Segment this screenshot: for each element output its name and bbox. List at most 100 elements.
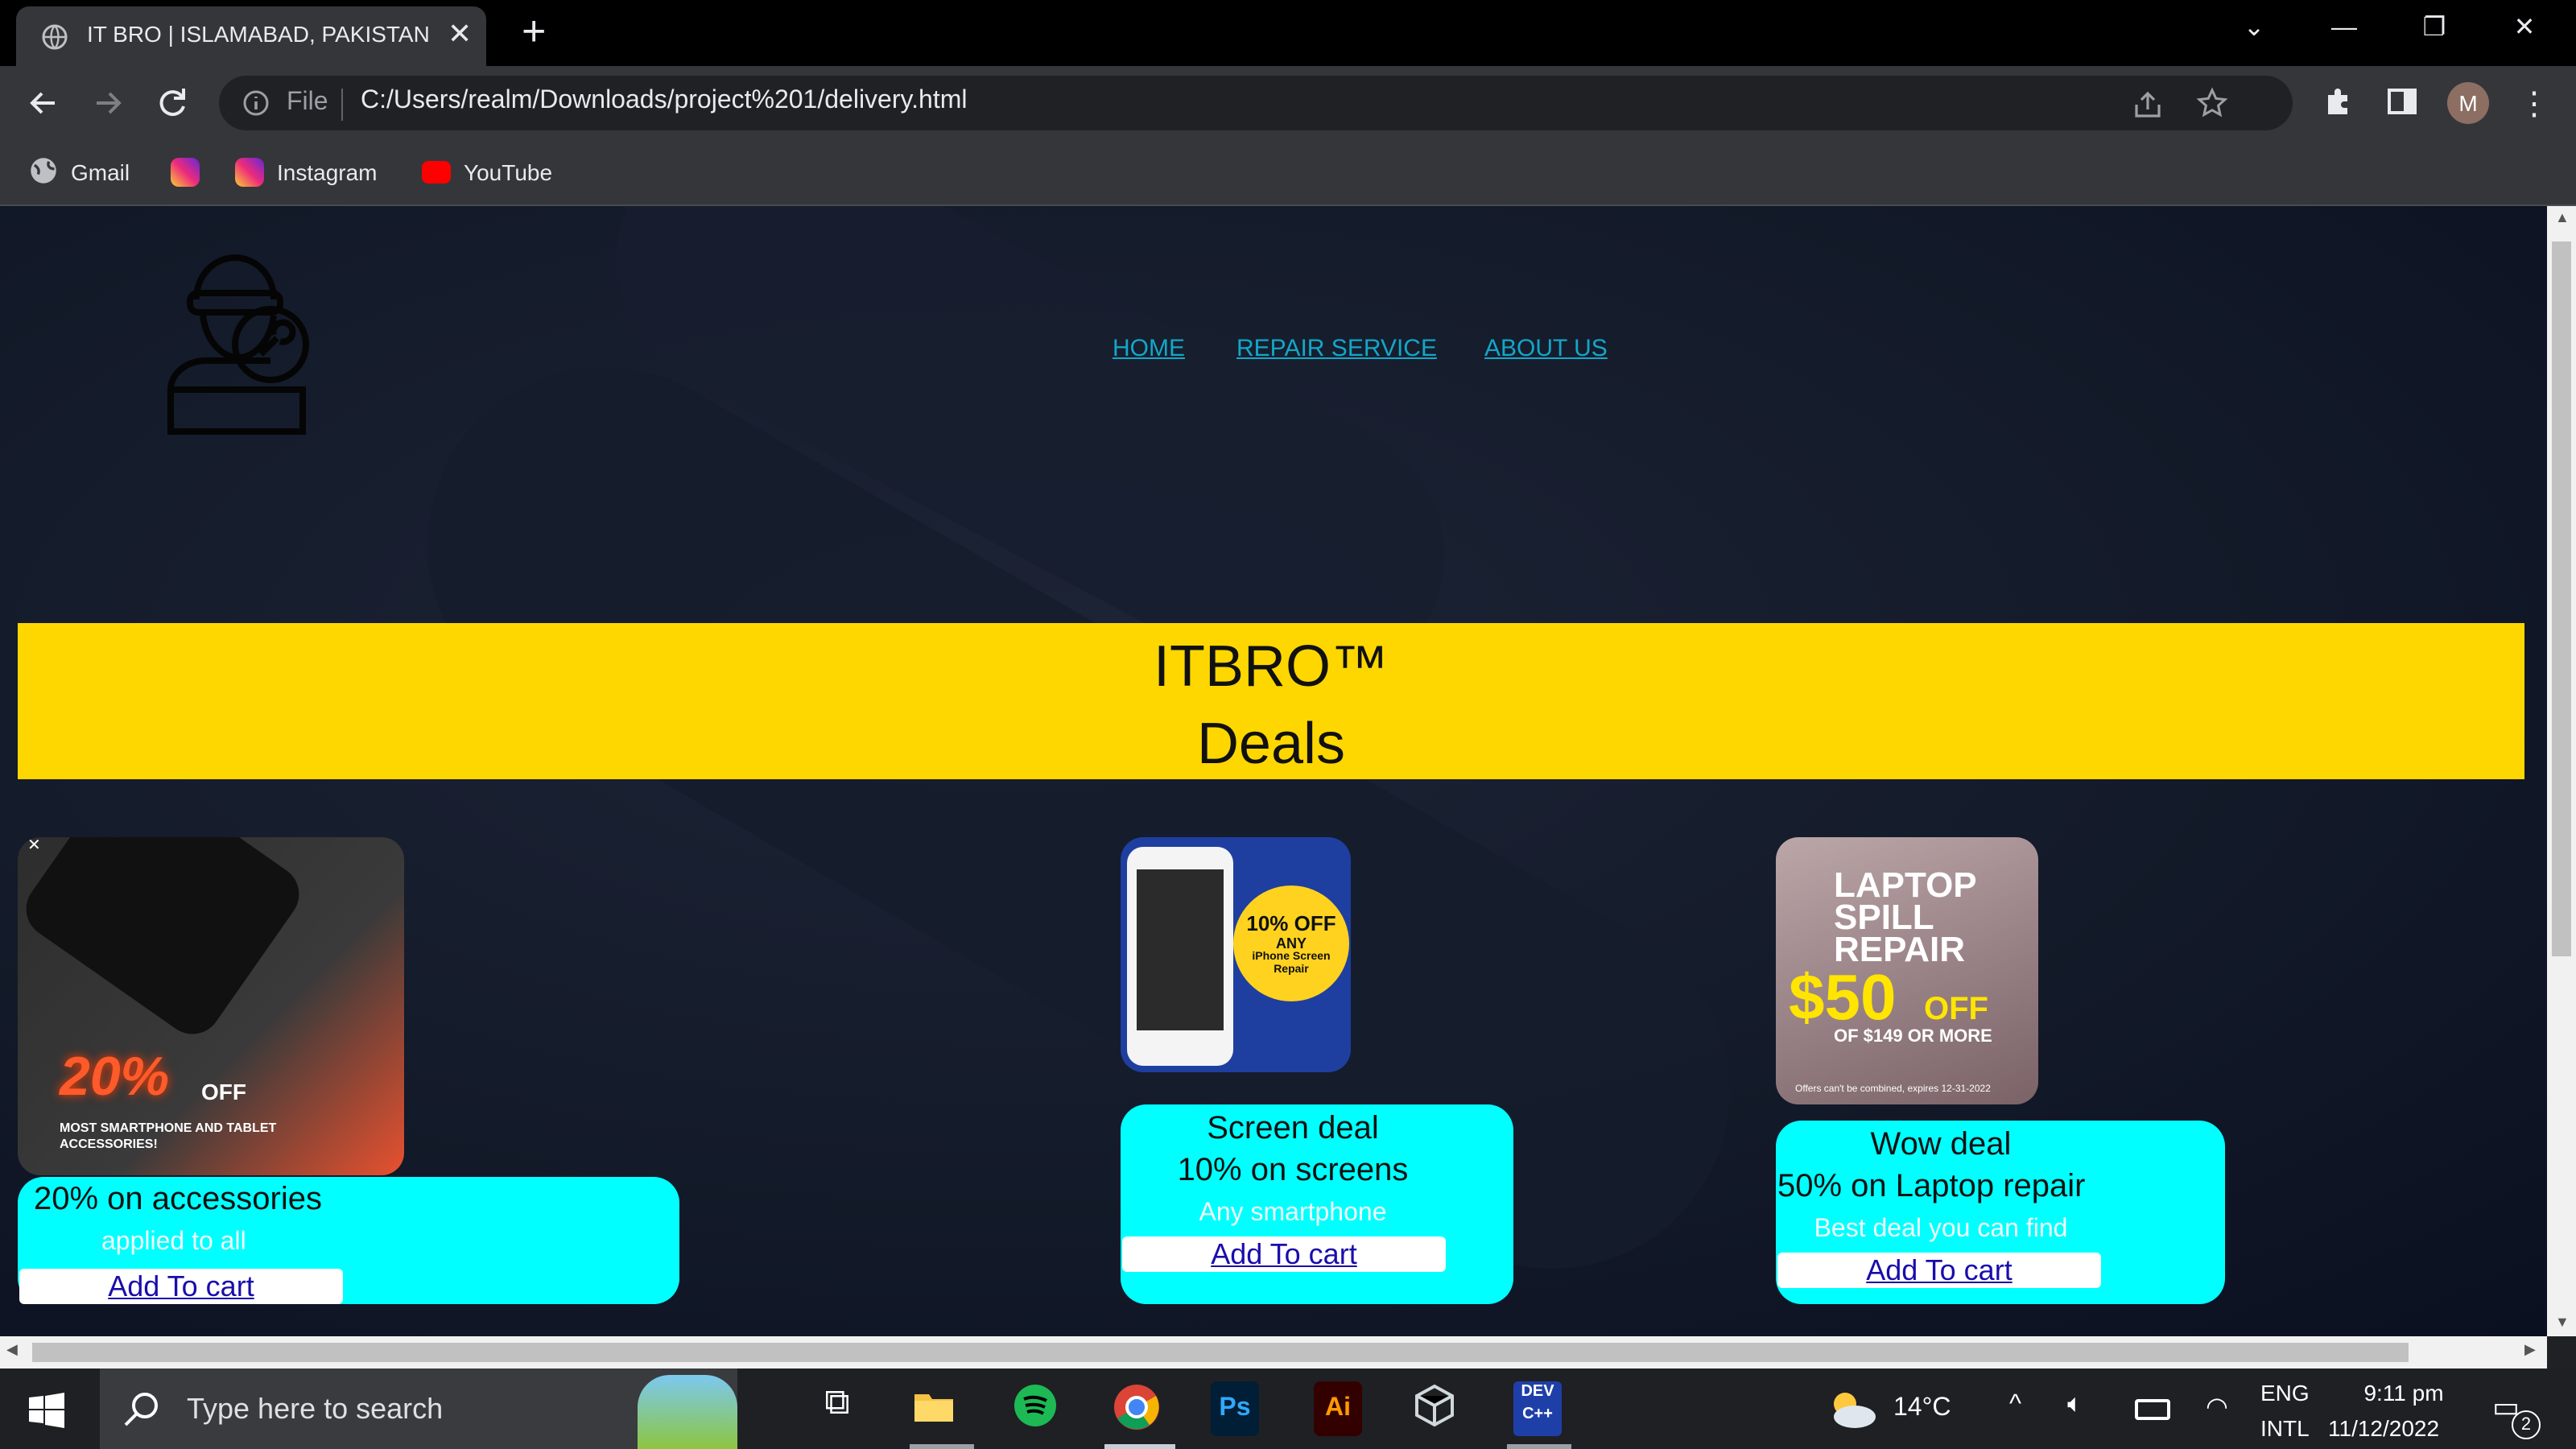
nav-home[interactable]: HOME bbox=[1113, 335, 1185, 362]
add-to-cart-button[interactable]: Add To cart bbox=[1777, 1253, 2101, 1288]
banner-title: Deals bbox=[1196, 710, 1346, 776]
youtube-icon bbox=[422, 161, 451, 184]
app-running-indicator bbox=[1507, 1444, 1571, 1449]
url-text[interactable]: C:/Users/realm/Downloads/project%201/del… bbox=[361, 87, 967, 116]
card-subtitle: applied to all bbox=[101, 1228, 246, 1256]
image-condition: OF $149 OR MORE bbox=[1834, 1027, 1992, 1046]
volume-icon[interactable]: 🔈︎ bbox=[2067, 1391, 2083, 1420]
illustrator-icon[interactable]: Ai bbox=[1314, 1381, 1362, 1436]
close-icon[interactable]: ✕ bbox=[27, 837, 41, 855]
browser-tab-bar: IT BRO | ISLAMABAD, PAKISTAN ✕ + ⌄ — ❐ ✕ bbox=[0, 0, 2576, 66]
scroll-left-icon[interactable]: ◀ bbox=[6, 1341, 18, 1359]
clock-date[interactable]: 11/12/2022 bbox=[2328, 1415, 2439, 1441]
windows-taskbar: Type here to search ⧉ Ps Ai DEV C++ 14°C … bbox=[0, 1368, 2576, 1449]
app-active-indicator bbox=[1104, 1444, 1175, 1449]
menu-icon[interactable]: ⋮ bbox=[2518, 84, 2550, 124]
scroll-down-icon[interactable]: ▼ bbox=[2555, 1314, 2570, 1330]
image-line-3: REPAIR bbox=[1834, 929, 1965, 969]
profile-avatar[interactable]: M bbox=[2447, 82, 2489, 124]
restore-icon[interactable]: ❐ bbox=[2389, 0, 2479, 58]
add-to-cart-button[interactable]: Add To cart bbox=[1122, 1236, 1446, 1272]
page-viewport: HOME REPAIR SERVICE ABOUT US ITBRO™ Deal… bbox=[0, 206, 2547, 1336]
bookmark-youtube[interactable]: YouTube bbox=[422, 155, 552, 190]
file-explorer-icon[interactable] bbox=[910, 1381, 968, 1436]
virtualbox-icon[interactable] bbox=[1410, 1381, 1468, 1436]
bookmark-label: Gmail bbox=[71, 159, 130, 185]
extensions-icon[interactable] bbox=[2322, 85, 2354, 126]
notification-count-badge: 2 bbox=[2512, 1410, 2541, 1439]
horizontal-scrollbar[interactable]: ◀ ▶ bbox=[0, 1336, 2547, 1368]
side-panel-icon[interactable] bbox=[2386, 85, 2418, 126]
globe-icon bbox=[29, 155, 58, 189]
phone-shape bbox=[18, 837, 311, 1046]
instagram-icon bbox=[235, 158, 264, 187]
bookmarks-bar: Gmail Instagram YouTube bbox=[0, 138, 2576, 206]
close-tab-icon[interactable]: ✕ bbox=[448, 18, 472, 52]
technician-logo-icon[interactable] bbox=[161, 251, 316, 446]
card-title: 20% on accessories bbox=[34, 1182, 322, 1217]
wifi-icon[interactable]: ◠ bbox=[2206, 1391, 2228, 1423]
scrollbar-thumb[interactable] bbox=[2552, 242, 2571, 956]
url-divider bbox=[341, 89, 343, 121]
scroll-up-icon[interactable]: ▲ bbox=[2555, 209, 2570, 225]
reload-icon[interactable] bbox=[151, 82, 193, 124]
search-highlight-image bbox=[638, 1375, 737, 1449]
app-running-indicator bbox=[910, 1444, 974, 1449]
spotify-icon[interactable] bbox=[1011, 1381, 1069, 1436]
close-window-icon[interactable]: ✕ bbox=[2479, 0, 2570, 58]
bookmark-gmail[interactable]: Gmail bbox=[29, 155, 130, 190]
chrome-icon[interactable] bbox=[1111, 1381, 1169, 1436]
weather-cloud-icon[interactable] bbox=[1823, 1388, 1877, 1438]
image-off-text: OFF bbox=[201, 1079, 246, 1104]
battery-icon[interactable] bbox=[2135, 1399, 2170, 1420]
weather-temperature[interactable]: 14°C bbox=[1893, 1394, 1951, 1423]
search-icon bbox=[122, 1389, 161, 1436]
photoshop-icon[interactable]: Ps bbox=[1211, 1381, 1259, 1436]
browser-toolbar: File C:/Users/realm/Downloads/project%20… bbox=[0, 66, 2576, 138]
bookmark-star-icon[interactable] bbox=[2196, 87, 2228, 127]
bookmark-label: Instagram bbox=[277, 159, 378, 185]
language-line-2[interactable]: INTL bbox=[2260, 1415, 2310, 1441]
forward-icon[interactable] bbox=[87, 82, 129, 124]
tab-search-icon[interactable]: ⌄ bbox=[2209, 0, 2299, 58]
clock-time[interactable]: 9:11 pm bbox=[2351, 1380, 2457, 1406]
image-percent-text: 20% bbox=[60, 1046, 170, 1108]
bookmark-label: YouTube bbox=[464, 159, 553, 185]
vertical-scrollbar[interactable]: ▲ ▼ bbox=[2547, 206, 2576, 1336]
card-subtitle: Any smartphone bbox=[1199, 1199, 1387, 1227]
bookmark-instagram-icon-only[interactable] bbox=[171, 155, 200, 190]
tray-expand-icon[interactable]: ^ bbox=[2009, 1391, 2021, 1420]
minimize-icon[interactable]: — bbox=[2299, 0, 2389, 58]
scroll-right-icon[interactable]: ▶ bbox=[2524, 1341, 2536, 1359]
badge-line-1: 10% OFF bbox=[1246, 911, 1336, 935]
browser-tab[interactable]: IT BRO | ISLAMABAD, PAKISTAN ✕ bbox=[16, 6, 486, 66]
card-title: Screen deal bbox=[1207, 1111, 1379, 1146]
back-icon[interactable] bbox=[23, 82, 64, 124]
badge-line-3: iPhone Screen Repair bbox=[1252, 952, 1331, 976]
image-caption: MOST SMARTPHONE AND TABLET ACCESSORIES! bbox=[60, 1121, 277, 1151]
card-subtitle: Best deal you can find bbox=[1814, 1216, 2068, 1243]
card-line-2: 10% on screens bbox=[1177, 1153, 1409, 1188]
info-icon[interactable] bbox=[242, 89, 270, 126]
add-to-cart-button[interactable]: Add To cart bbox=[19, 1269, 343, 1304]
card-line-2: 50% on Laptop repair bbox=[1777, 1169, 2086, 1204]
nav-repair-service[interactable]: REPAIR SERVICE bbox=[1236, 335, 1437, 362]
language-line-1[interactable]: ENG bbox=[2260, 1380, 2310, 1406]
address-bar[interactable]: File C:/Users/realm/Downloads/project%20… bbox=[219, 76, 2293, 130]
nav-about-us[interactable]: ABOUT US bbox=[1484, 335, 1608, 362]
laptop-deal-card: Wow deal 50% on Laptop repair Best deal … bbox=[1776, 1121, 2225, 1304]
cracked-screen bbox=[1137, 869, 1224, 1030]
screen-deal-image: 10% OFF ANY iPhone Screen Repair bbox=[1121, 837, 1351, 1072]
taskbar-search[interactable]: Type here to search bbox=[100, 1368, 737, 1449]
globe-icon bbox=[42, 24, 68, 58]
new-tab-icon[interactable]: + bbox=[522, 6, 546, 56]
windows-start-icon[interactable] bbox=[29, 1393, 64, 1436]
devcpp-icon[interactable]: DEV C++ bbox=[1513, 1381, 1562, 1436]
accessories-deal-image: ✕ 20% OFF MOST SMARTPHONE AND TABLET ACC… bbox=[18, 837, 404, 1175]
share-icon[interactable] bbox=[2132, 89, 2164, 129]
bookmark-instagram[interactable]: Instagram bbox=[235, 155, 378, 190]
scrollbar-thumb[interactable] bbox=[32, 1343, 2409, 1362]
task-view-icon[interactable]: ⧉ bbox=[808, 1381, 866, 1436]
card-title: Wow deal bbox=[1870, 1127, 2012, 1162]
search-placeholder: Type here to search bbox=[187, 1393, 444, 1425]
